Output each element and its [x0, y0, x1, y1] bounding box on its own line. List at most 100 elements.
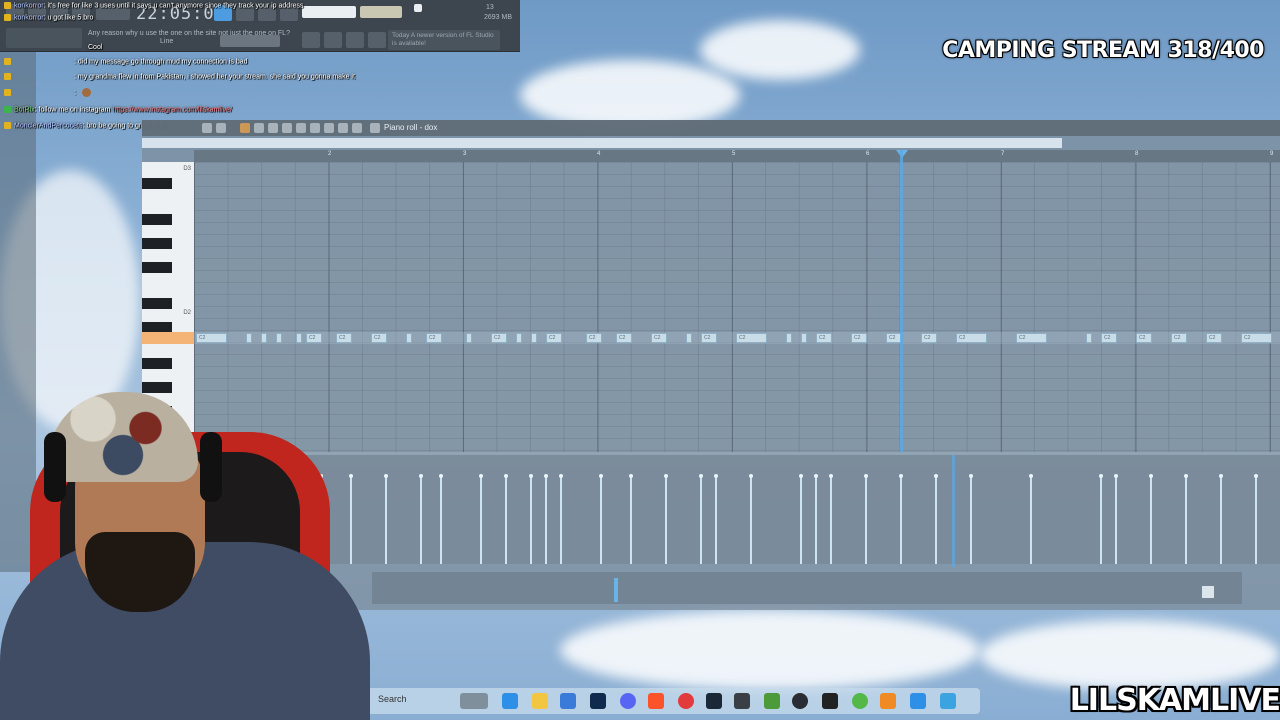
- midi-note[interactable]: [801, 333, 807, 343]
- steam-icon[interactable]: [706, 693, 722, 709]
- browser-button[interactable]: [302, 32, 320, 48]
- velocity-bar[interactable]: [969, 474, 973, 564]
- black-key[interactable]: [142, 178, 172, 189]
- select-tool-icon[interactable]: [324, 123, 334, 133]
- mute-tool-icon[interactable]: [282, 123, 292, 133]
- velocity-bar[interactable]: [829, 474, 833, 564]
- midi-note[interactable]: C2: [426, 333, 442, 343]
- plugin-picker-button[interactable]: [368, 32, 386, 48]
- midi-note[interactable]: C2: [1241, 333, 1272, 343]
- velocity-bar[interactable]: [934, 474, 938, 564]
- velocity-bar[interactable]: [1254, 474, 1258, 564]
- black-key[interactable]: [142, 298, 172, 309]
- midi-note[interactable]: [786, 333, 792, 343]
- midi-note[interactable]: C2: [651, 333, 667, 343]
- midi-note[interactable]: [261, 333, 267, 343]
- snap-mode-label[interactable]: Line: [160, 38, 173, 45]
- velocity-bar[interactable]: [529, 474, 533, 564]
- midi-note[interactable]: C2: [921, 333, 937, 343]
- master-volume[interactable]: [360, 6, 402, 18]
- velocity-bar[interactable]: [419, 474, 423, 564]
- edge-icon[interactable]: [502, 693, 518, 709]
- midi-note[interactable]: C2: [1136, 333, 1152, 343]
- velocity-bar[interactable]: [864, 474, 868, 564]
- velocity-bar[interactable]: [1099, 474, 1103, 564]
- midi-note[interactable]: [466, 333, 472, 343]
- velocity-bar[interactable]: [749, 474, 753, 564]
- midi-note[interactable]: [406, 333, 412, 343]
- paint-tool-icon[interactable]: [254, 123, 264, 133]
- velocity-bar[interactable]: [629, 474, 633, 564]
- midi-note[interactable]: C2: [816, 333, 832, 343]
- midi-note[interactable]: C2: [736, 333, 767, 343]
- midi-note[interactable]: C2: [1016, 333, 1047, 343]
- midi-note[interactable]: C2: [1101, 333, 1117, 343]
- mixer-button[interactable]: [346, 32, 364, 48]
- midi-note[interactable]: C2: [851, 333, 867, 343]
- pattern-overview-scrollbar[interactable]: [142, 138, 1062, 148]
- midi-note[interactable]: C2: [371, 333, 387, 343]
- black-key[interactable]: [142, 238, 172, 249]
- midi-note[interactable]: C2: [586, 333, 602, 343]
- pencil-tool-icon[interactable]: [202, 123, 212, 133]
- velocity-bar[interactable]: [504, 474, 508, 564]
- app-icon[interactable]: [792, 693, 808, 709]
- midi-note[interactable]: C2: [701, 333, 717, 343]
- scroll-position-marker[interactable]: [614, 578, 618, 602]
- velocity-bar[interactable]: [814, 474, 818, 564]
- pattern-selector[interactable]: [302, 6, 356, 18]
- velocity-bar[interactable]: [439, 474, 443, 564]
- fl-studio-icon[interactable]: [880, 693, 896, 709]
- velocity-bar[interactable]: [1184, 474, 1188, 564]
- taskbar-search[interactable]: Search: [378, 694, 407, 704]
- midi-note[interactable]: [296, 333, 302, 343]
- app-icon[interactable]: [910, 693, 926, 709]
- midi-note[interactable]: [686, 333, 692, 343]
- file-explorer-icon[interactable]: [532, 693, 548, 709]
- speaker-icon[interactable]: [370, 123, 380, 133]
- velocity-bar[interactable]: [1029, 474, 1033, 564]
- store-icon[interactable]: [560, 693, 576, 709]
- discord-icon[interactable]: [620, 693, 636, 709]
- midi-note[interactable]: C2: [956, 333, 987, 343]
- midi-note[interactable]: C2: [336, 333, 352, 343]
- velocity-bar[interactable]: [699, 474, 703, 564]
- velocity-bar[interactable]: [714, 474, 718, 564]
- timeline-ruler[interactable]: 2 3 4 5 6 7 8 9: [194, 150, 1280, 162]
- photoshop-icon[interactable]: [590, 693, 606, 709]
- draw-tool-icon[interactable]: [240, 123, 250, 133]
- brave-icon[interactable]: [648, 693, 664, 709]
- midi-note[interactable]: [246, 333, 252, 343]
- black-key[interactable]: [142, 358, 172, 369]
- velocity-bar[interactable]: [384, 474, 388, 564]
- channel-rack-button[interactable]: [324, 32, 342, 48]
- chat-link[interactable]: https://www.instagram.com/lilskamlive/: [112, 106, 231, 113]
- resize-handle-icon[interactable]: [1202, 586, 1214, 598]
- task-view-icon[interactable]: [460, 693, 488, 709]
- black-key[interactable]: [142, 214, 172, 225]
- app-icon[interactable]: [734, 693, 750, 709]
- slice-tool-icon[interactable]: [310, 123, 320, 133]
- app-icon[interactable]: [678, 693, 694, 709]
- velocity-bar[interactable]: [1149, 474, 1153, 564]
- midi-note[interactable]: [516, 333, 522, 343]
- active-key-c2[interactable]: [142, 332, 194, 344]
- newer-version-notice[interactable]: Today A newer version of FL Studio is av…: [388, 30, 500, 50]
- zoom-tool-icon[interactable]: [338, 123, 348, 133]
- midi-note[interactable]: C2: [196, 333, 227, 343]
- undo-icon[interactable]: [216, 123, 226, 133]
- midi-note[interactable]: C2: [1171, 333, 1187, 343]
- velocity-bar[interactable]: [479, 474, 483, 564]
- midi-note[interactable]: C2: [1206, 333, 1222, 343]
- velocity-bar[interactable]: [1114, 474, 1118, 564]
- app-icon[interactable]: [822, 693, 838, 709]
- midi-note[interactable]: [531, 333, 537, 343]
- black-key[interactable]: [142, 262, 172, 273]
- horizontal-scrollbar[interactable]: [372, 572, 1242, 604]
- playback-tool-icon[interactable]: [352, 123, 362, 133]
- velocity-bar[interactable]: [544, 474, 548, 564]
- midi-note[interactable]: C2: [491, 333, 507, 343]
- velocity-bar[interactable]: [799, 474, 803, 564]
- velocity-bar[interactable]: [1219, 474, 1223, 564]
- snap-selector[interactable]: [220, 35, 280, 47]
